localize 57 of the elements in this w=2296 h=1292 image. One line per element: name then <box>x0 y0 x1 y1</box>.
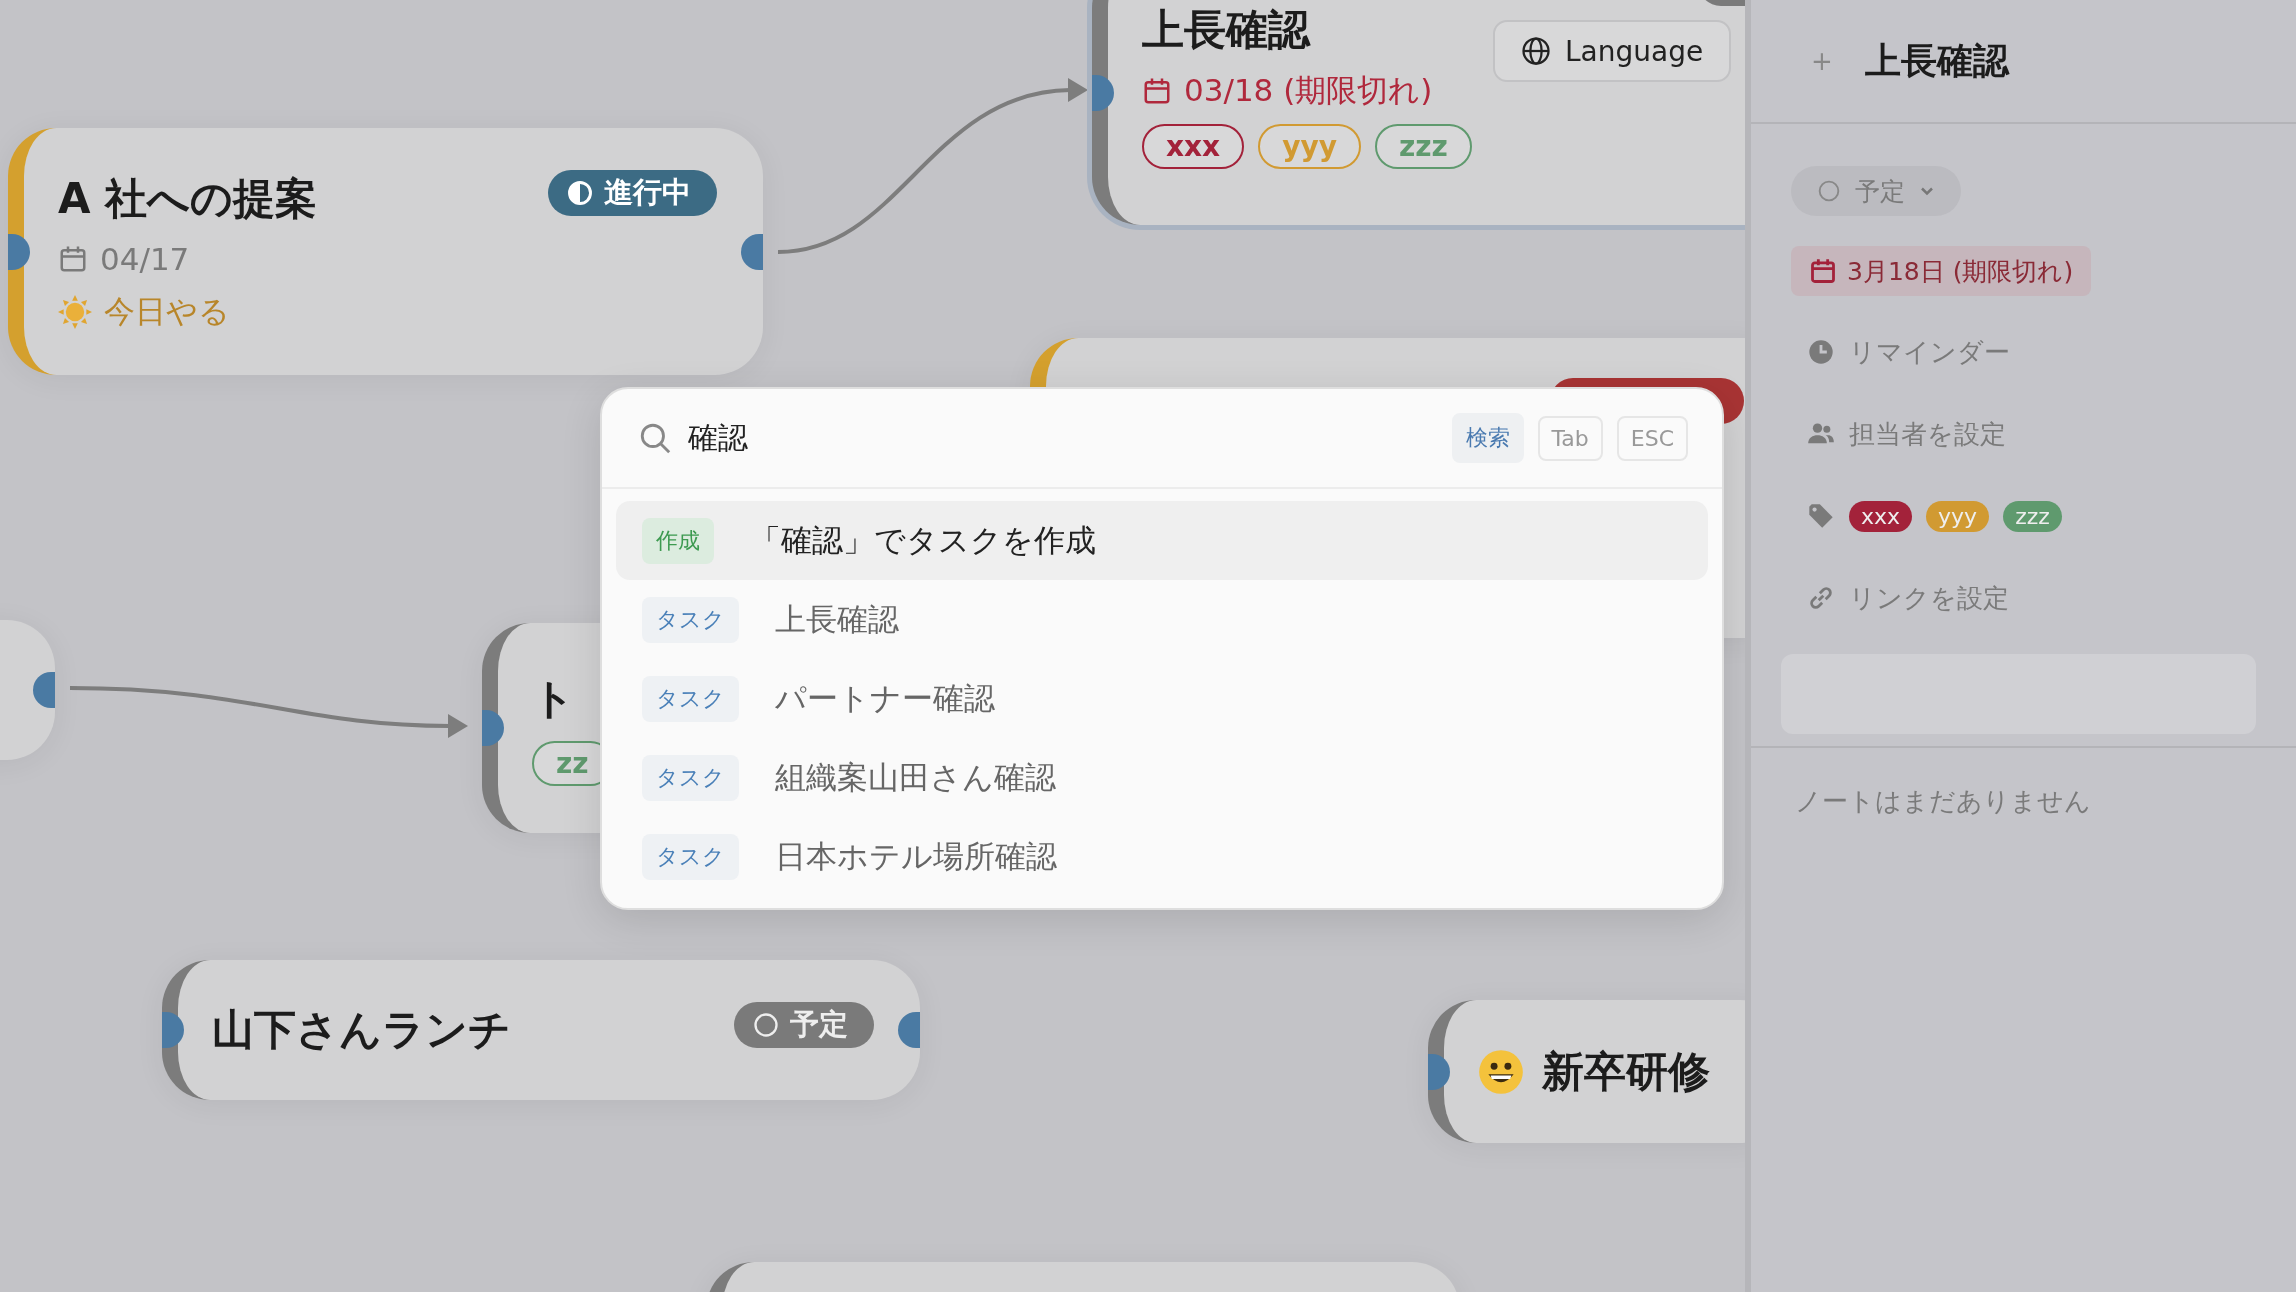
search-icon <box>638 421 672 455</box>
calendar-icon <box>1142 76 1172 106</box>
result-text: パートナー確認 <box>775 678 995 718</box>
tag-icon <box>1807 502 1835 530</box>
node-title: A 社への提案 <box>58 172 318 225</box>
result-text: 組織案山田さん確認 <box>775 757 1056 797</box>
panel-title: 上長確認 <box>1864 38 2009 83</box>
type-badge: タスク <box>642 833 739 880</box>
type-badge: 作成 <box>642 517 714 564</box>
status-badge[interactable]: 予定 <box>734 1002 874 1048</box>
connection-port[interactable] <box>898 1012 920 1048</box>
calendar-icon <box>1809 257 1837 285</box>
connection-port[interactable] <box>1428 1053 1450 1090</box>
search-field[interactable]: 確認 <box>686 419 1438 457</box>
circle-icon <box>752 1011 780 1039</box>
result-item[interactable]: タスク 組織案山田さん確認 <box>616 738 1708 817</box>
sun-icon <box>58 294 92 329</box>
due-date: 03/18 (期限切れ) <box>1184 71 1433 110</box>
task-node[interactable]: 山下さんランチ 予定 <box>162 960 920 1100</box>
tag-chip[interactable]: xxx <box>1142 124 1245 169</box>
connection-port[interactable] <box>33 672 55 708</box>
clock-icon <box>1807 338 1835 366</box>
result-text: 「確認」でタスクを作成 <box>750 520 1096 560</box>
tag-chip[interactable]: zzz <box>2003 500 2062 532</box>
connection-port[interactable] <box>741 233 763 270</box>
connection-port[interactable] <box>1092 74 1114 111</box>
status-badge[interactable]: 進行中 <box>548 170 717 216</box>
due-date: 04/17 <box>100 240 190 277</box>
result-item[interactable]: タスク 上長確認 <box>616 580 1708 659</box>
shortcut-chip: Tab <box>1537 415 1603 461</box>
today-label: 今日やる <box>104 291 230 331</box>
result-item[interactable]: タスク パートナー確認 <box>616 659 1708 738</box>
type-badge: タスク <box>642 754 739 801</box>
result-item[interactable]: タスク 日本ホテル場所確認 <box>616 817 1708 896</box>
connection-port[interactable] <box>482 710 504 746</box>
type-badge: タスク <box>642 675 739 722</box>
node-title: 新卒研修 <box>1542 1045 1710 1098</box>
task-node[interactable]: A 社への提案 04/17 今日やる 進行中 <box>8 128 763 375</box>
half-circle-icon <box>566 179 594 207</box>
due-date-button[interactable]: 3月18日 (期限切れ) <box>1791 246 2092 296</box>
task-node[interactable]: 新卒研修 <box>1428 1000 1745 1143</box>
link-icon <box>1807 584 1835 612</box>
empty-notes-text: ノートはまだありません <box>1795 786 2091 816</box>
connection-port[interactable] <box>8 233 30 270</box>
tag-chip[interactable]: xxx <box>1849 500 1913 532</box>
result-text: 上長確認 <box>775 599 899 639</box>
globe-icon <box>1521 36 1551 66</box>
node-title: ト <box>532 672 575 725</box>
shortcut-chip: 検索 <box>1451 413 1524 463</box>
shortcut-chip: ESC <box>1616 415 1688 461</box>
result-item[interactable]: 作成 「確認」でタスクを作成 <box>616 501 1708 580</box>
node-title: 上長確認 <box>1142 4 1310 56</box>
connection-port[interactable] <box>162 1012 184 1048</box>
language-button[interactable]: Language <box>1493 20 1732 82</box>
node-title: 山下さんランチ <box>212 1004 511 1056</box>
type-badge: タスク <box>642 596 739 643</box>
result-text: 日本ホテル場所確認 <box>775 836 1057 876</box>
